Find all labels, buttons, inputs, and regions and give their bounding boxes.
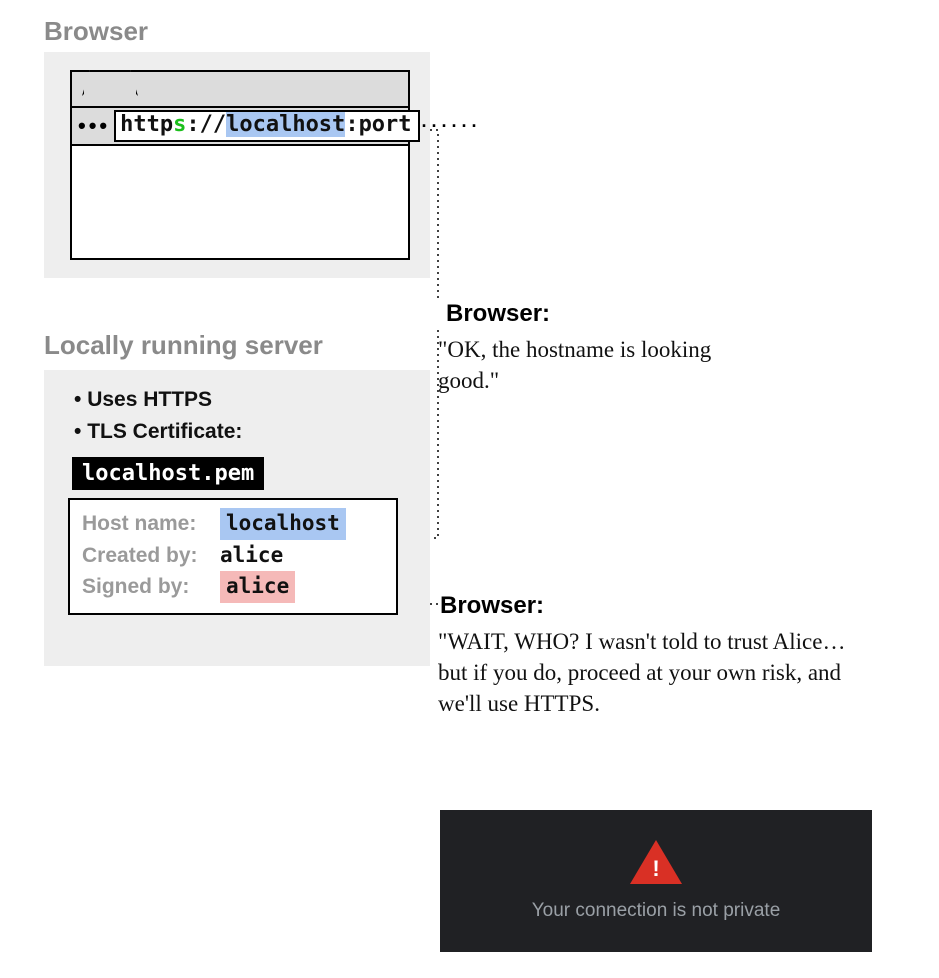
url-scheme-http: http <box>120 112 173 137</box>
cert-row-createdby: Created by: alice <box>82 540 384 572</box>
annotation-2-body: "WAIT, WHO? I wasn't told to trust Alice… <box>438 626 878 719</box>
server-panel: Uses HTTPS TLS Certificate: localhost.pe… <box>44 370 430 666</box>
browser-viewport <box>70 144 410 260</box>
cert-key: Signed by: <box>82 571 208 603</box>
url-scheme-s: s <box>173 112 186 137</box>
cert-row-signedby: Signed by: alice <box>82 571 384 603</box>
server-bullet: Uses HTTPS <box>74 384 410 416</box>
annotation-1-body: "OK, the hostname is looking good." <box>438 334 738 396</box>
server-section-label: Locally running server <box>44 330 323 361</box>
url-scheme-sep: :// <box>186 112 226 137</box>
toolbar-overflow-dots-icon: ••• <box>78 113 114 139</box>
annotation-2-heading: Browser: <box>440 592 544 620</box>
address-bar[interactable]: https://localhost:port <box>114 110 419 142</box>
warning-message: Your connection is not private <box>532 900 781 922</box>
certificate-filename: localhost.pem <box>72 457 264 490</box>
warning-triangle-icon: ! <box>630 840 682 884</box>
connection-not-private-card: ! Your connection is not private <box>440 810 872 952</box>
cert-value-hostname: localhost <box>220 508 346 540</box>
server-bullet: TLS Certificate: <box>74 416 410 448</box>
browser-tabstrip <box>70 70 410 108</box>
cert-key: Created by: <box>82 540 208 572</box>
warning-exclamation: ! <box>651 856 661 882</box>
url-trailing-dots-icon: ······ <box>422 116 482 137</box>
url-port: port <box>359 112 412 137</box>
browser-panel: ••• https://localhost:port ······ <box>44 52 430 278</box>
certificate-details: Host name: localhost Created by: alice S… <box>68 498 398 615</box>
diagram-stage: Browser ••• https://localhost:port ·····… <box>0 0 939 978</box>
annotation-1-heading: Browser: <box>446 300 550 328</box>
browser-window: ••• https://localhost:port ······ <box>70 70 410 260</box>
cert-value-createdby: alice <box>220 540 283 572</box>
browser-tab[interactable] <box>82 70 138 96</box>
browser-section-label: Browser <box>44 16 148 47</box>
browser-toolbar: ••• https://localhost:port ······ <box>70 106 410 146</box>
url-port-sep: : <box>345 112 358 137</box>
server-feature-list: Uses HTTPS TLS Certificate: <box>74 384 410 447</box>
cert-value-signedby: alice <box>220 571 295 603</box>
cert-key: Host name: <box>82 508 208 540</box>
url-host: localhost <box>226 112 345 137</box>
cert-row-hostname: Host name: localhost <box>82 508 384 540</box>
